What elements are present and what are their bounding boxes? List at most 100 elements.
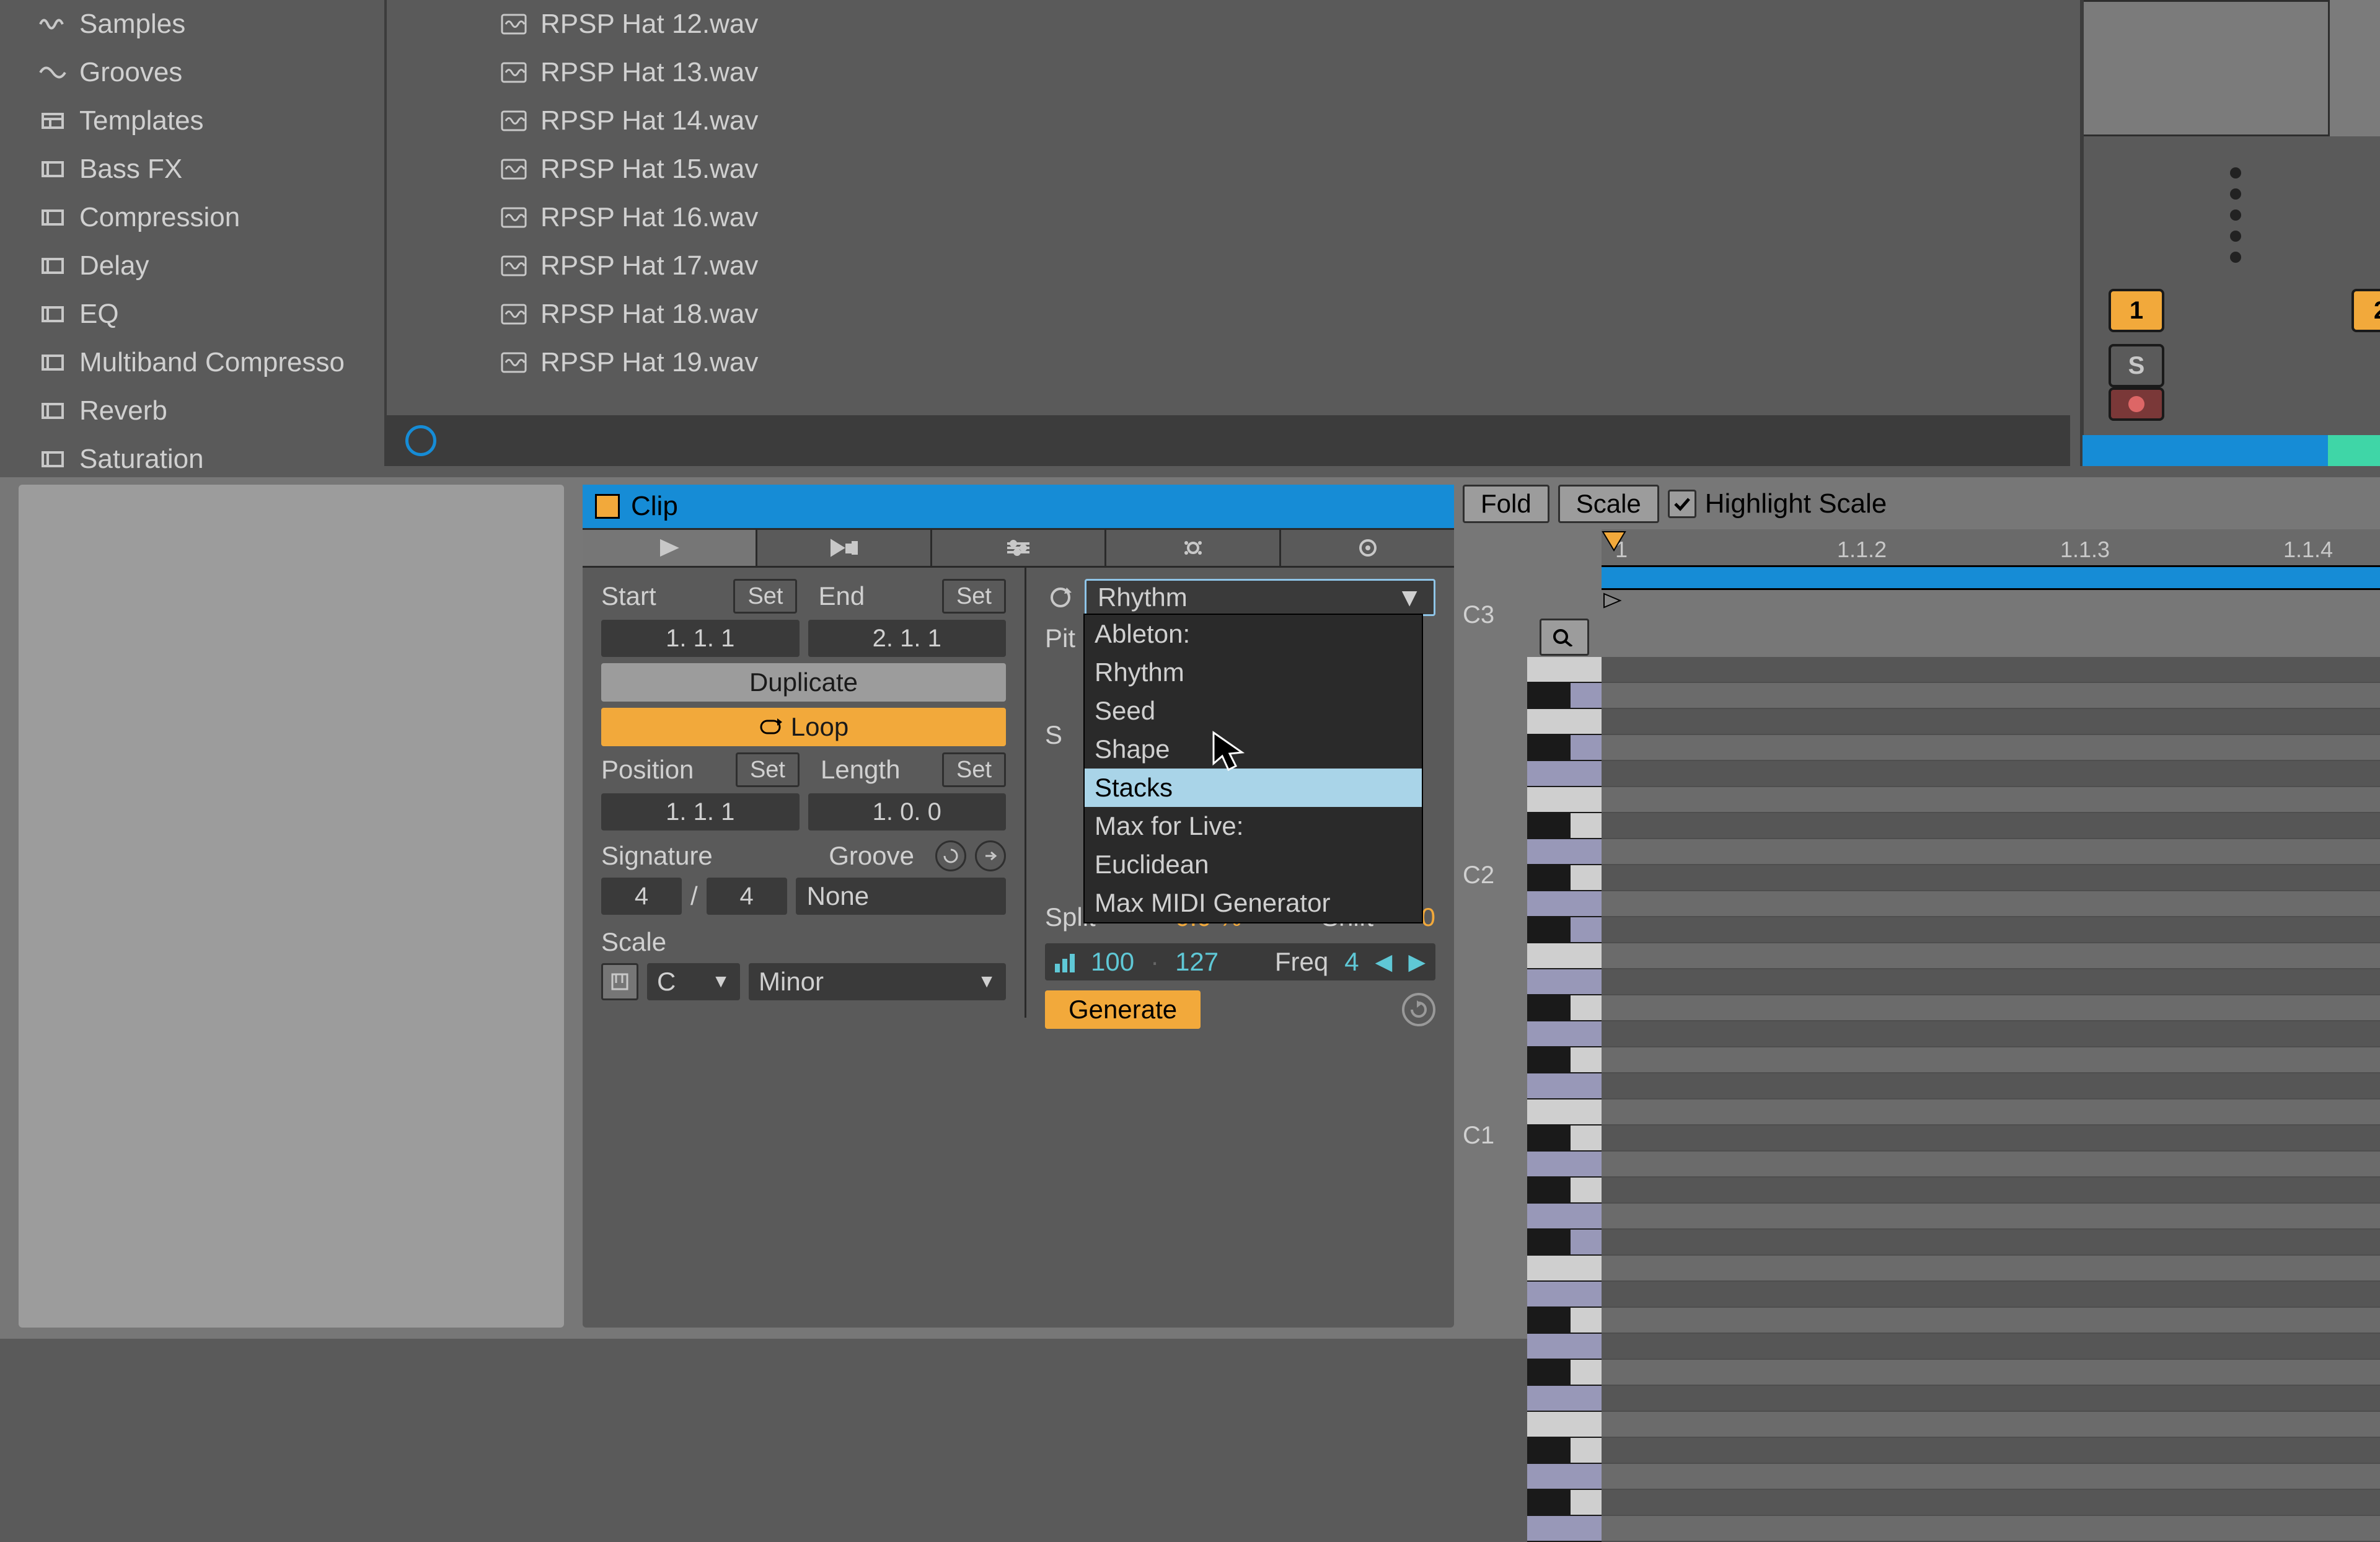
duplicate-button[interactable]: Duplicate xyxy=(601,663,1006,702)
tab-modulation[interactable] xyxy=(1281,530,1454,566)
velocity-row: 100 · 127 Freq 4 ◀ ▶ xyxy=(1045,943,1435,980)
menu-item-seed[interactable]: Seed xyxy=(1085,692,1422,730)
file-list: RPSP Hat 12.wav RPSP Hat 13.wav RPSP Hat 1… xyxy=(384,0,2070,466)
file-name: RPSP Hat 16.wav xyxy=(540,202,758,233)
menu-item-rhythm[interactable]: Rhythm xyxy=(1085,653,1422,692)
clip-titlebar[interactable]: Clip xyxy=(583,485,1454,528)
timeline-ruler[interactable]: 1 1.1.2 1.1.3 1.1.4 xyxy=(1602,529,2380,566)
loop-button[interactable]: Loop xyxy=(601,708,1006,746)
file-row[interactable]: RPSP Hat 17.wav xyxy=(387,242,2070,290)
audio-file-icon xyxy=(498,59,529,86)
end-value[interactable]: 2. 1. 1 xyxy=(808,620,1007,657)
generator-dropdown[interactable]: Rhythm▼ xyxy=(1085,579,1435,616)
signature-label: Signature xyxy=(601,841,713,871)
scale-button[interactable]: Scale xyxy=(1558,485,1659,523)
generator-panel: Rhythm▼ Pit S Ableton:RhythmSeedShapeSta… xyxy=(1026,568,1454,1018)
file-name: RPSP Hat 13.wav xyxy=(540,57,758,88)
length-set-button[interactable]: Set xyxy=(942,752,1006,787)
scale-root-dropdown[interactable]: C▼ xyxy=(647,963,740,1000)
menu-item-euclidean[interactable]: Euclidean xyxy=(1085,845,1422,884)
file-row[interactable]: RPSP Hat 13.wav xyxy=(387,48,2070,97)
menu-item-stacks[interactable]: Stacks xyxy=(1085,769,1422,807)
sidebar-item-compression[interactable]: Compression xyxy=(0,193,384,242)
length-label: Length xyxy=(821,755,900,785)
file-name: RPSP Hat 12.wav xyxy=(540,9,758,40)
regenerate-icon[interactable] xyxy=(1402,993,1435,1026)
file-row[interactable]: RPSP Hat 18.wav xyxy=(387,290,2070,338)
menu-item-shape[interactable]: Shape xyxy=(1085,730,1422,769)
start-value[interactable]: 1. 1. 1 xyxy=(601,620,800,657)
file-row[interactable]: RPSP Hat 19.wav xyxy=(387,338,2070,387)
clip-view: Clip Start Set End Set 1. xyxy=(583,485,1454,1328)
sidebar-item-delay[interactable]: Delay xyxy=(0,242,384,290)
groove-commit-icon[interactable] xyxy=(975,840,1006,871)
templates-icon xyxy=(37,108,68,134)
highlight-checkbox[interactable] xyxy=(1668,490,1696,518)
groove-value[interactable]: None xyxy=(796,878,1006,915)
groove-hot-swap-icon[interactable] xyxy=(935,840,966,871)
menu-item-ableton: Ableton: xyxy=(1085,615,1422,653)
tab-notes[interactable] xyxy=(583,530,757,566)
freq-next-icon[interactable]: ▶ xyxy=(1408,949,1426,975)
file-row[interactable]: RPSP Hat 14.wav xyxy=(387,97,2070,145)
length-value[interactable]: 1. 0. 0 xyxy=(808,793,1007,830)
sidebar-item-label: Templates xyxy=(79,105,204,136)
preset-icon xyxy=(37,446,68,472)
highlight-label: Highlight Scale xyxy=(1705,488,1887,519)
sidebar-item-label: Reverb xyxy=(79,395,167,426)
menu-item-max-midi-generator[interactable]: Max MIDI Generator xyxy=(1085,884,1422,922)
piano-keys[interactable] xyxy=(1527,657,1602,1339)
clip-color-swatch[interactable] xyxy=(595,494,620,519)
loop-brace[interactable] xyxy=(1602,565,2380,590)
sync-icon[interactable] xyxy=(405,425,436,456)
position-value[interactable]: 1. 1. 1 xyxy=(601,793,800,830)
sidebar-item-templates[interactable]: Templates xyxy=(0,97,384,145)
start-label: Start xyxy=(601,581,656,611)
note-grid[interactable] xyxy=(1602,657,2380,1339)
audio-file-icon xyxy=(498,252,529,280)
fold-button[interactable]: Fold xyxy=(1463,485,1549,523)
freq-value[interactable]: 4 xyxy=(1344,947,1359,977)
scale-mode-dropdown[interactable]: Minor▼ xyxy=(749,963,1006,1000)
sidebar-item-grooves[interactable]: Grooves xyxy=(0,48,384,97)
velocity-max[interactable]: 127 xyxy=(1175,947,1219,977)
file-row[interactable]: RPSP Hat 15.wav xyxy=(387,145,2070,193)
sidebar-item-eq[interactable]: EQ xyxy=(0,290,384,338)
generate-button[interactable]: Generate xyxy=(1045,990,1201,1029)
generator-refresh-icon[interactable] xyxy=(1045,582,1076,613)
sidebar-item-multiband-compresso[interactable]: Multiband Compresso xyxy=(0,338,384,387)
arm-button[interactable] xyxy=(2109,387,2164,421)
freq-prev-icon[interactable]: ◀ xyxy=(1375,949,1393,975)
octave-label: C2 xyxy=(1463,861,2380,889)
sidebar-item-label: Multiband Compresso xyxy=(79,347,345,378)
sidebar-item-label: Compression xyxy=(79,202,240,233)
octave-label: C3 xyxy=(1463,601,2380,629)
file-row[interactable]: RPSP Hat 12.wav xyxy=(387,0,2070,48)
start-set-button[interactable]: Set xyxy=(733,579,797,614)
tab-expression[interactable] xyxy=(932,530,1107,566)
sidebar-item-reverb[interactable]: Reverb xyxy=(0,387,384,435)
sidebar-item-saturation[interactable]: Saturation xyxy=(0,435,384,483)
position-set-button[interactable]: Set xyxy=(736,752,800,787)
preset-icon xyxy=(37,253,68,279)
signature-denominator[interactable]: 4 xyxy=(707,878,787,915)
sidebar-item-samples[interactable]: Samples xyxy=(0,0,384,48)
signature-numerator[interactable]: 4 xyxy=(601,878,682,915)
velocity-icon xyxy=(1055,951,1075,972)
sidebar-item-bass-fx[interactable]: Bass FX xyxy=(0,145,384,193)
end-set-button[interactable]: Set xyxy=(942,579,1006,614)
velocity-min[interactable]: 100 xyxy=(1091,947,1134,977)
audio-file-icon xyxy=(498,156,529,183)
file-row[interactable]: RPSP Hat 16.wav xyxy=(387,193,2070,242)
audio-file-icon xyxy=(498,204,529,231)
clip-properties: Start Set End Set 1. 1. 1 2. 1. 1 Duplic… xyxy=(583,568,1026,1018)
track-color-strip-2 xyxy=(2328,435,2380,466)
groove-label: Groove xyxy=(829,841,914,871)
track-activator-2[interactable]: 2 xyxy=(2351,289,2380,332)
track-activator-1[interactable]: 1 xyxy=(2109,289,2164,332)
play-marker-icon[interactable] xyxy=(1602,529,1626,559)
solo-button[interactable]: S xyxy=(2109,344,2164,387)
scale-toggle[interactable] xyxy=(601,963,638,1000)
tab-generate[interactable] xyxy=(1106,530,1281,566)
tab-envelopes[interactable] xyxy=(757,530,932,566)
